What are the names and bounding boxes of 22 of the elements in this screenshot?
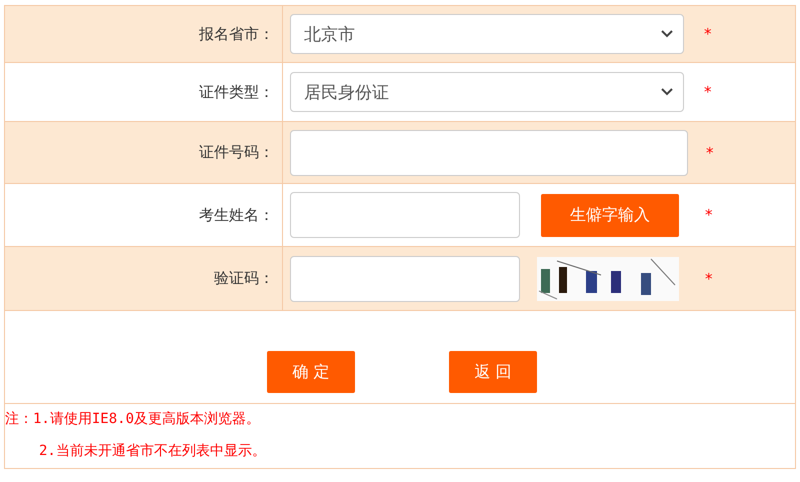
field-label: 证件类型：	[199, 82, 274, 102]
note-text: 注：1.请使用IE8.0及更高版本浏览器。	[5, 410, 262, 428]
dropdown[interactable]: 居民身份证	[290, 72, 684, 112]
note-text: 2.当前未开通省市不在列表中显示。	[38, 442, 267, 460]
required-mark: *	[705, 270, 712, 288]
required-mark: *	[704, 25, 712, 43]
input-field[interactable]	[290, 130, 688, 176]
rare-character-button[interactable]: 生僻字输入	[541, 194, 679, 236]
required-mark: *	[704, 83, 712, 101]
field-label: 报名省市：	[199, 24, 274, 44]
chevron-down-icon	[661, 88, 673, 96]
back-button[interactable]: 返 回	[449, 351, 537, 393]
field-label: 证件号码：	[199, 143, 274, 162]
field-label: 考生姓名：	[199, 206, 274, 224]
required-mark: *	[705, 206, 712, 224]
input-field[interactable]	[290, 256, 520, 302]
field-label: 验证码：	[214, 269, 274, 288]
confirm-button[interactable]: 确 定	[267, 351, 355, 393]
chevron-down-icon	[661, 30, 673, 38]
input-field[interactable]	[290, 192, 520, 238]
required-mark: *	[706, 144, 714, 162]
dropdown[interactable]: 北京市	[290, 14, 684, 54]
